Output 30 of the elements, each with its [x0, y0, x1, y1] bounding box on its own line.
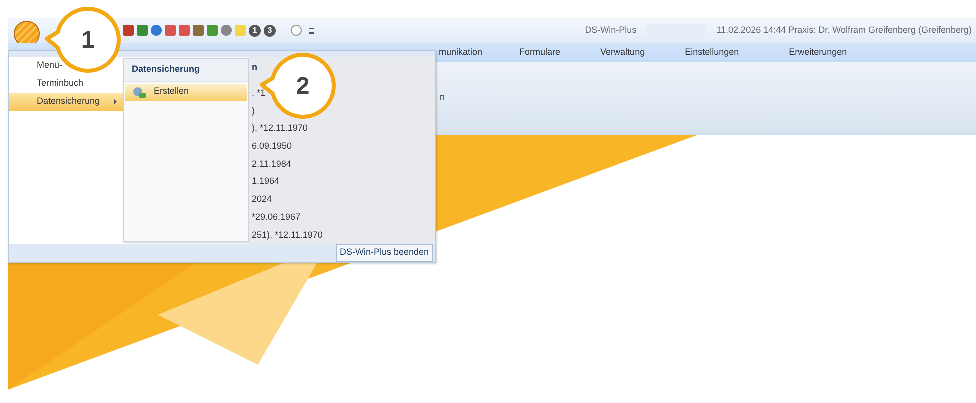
callout-number: 1: [81, 27, 95, 54]
menu-tab[interactable]: munikation: [439, 46, 483, 60]
recent-patient[interactable]: ): [251, 102, 255, 120]
search-icon[interactable]: [291, 25, 302, 36]
recent-patient[interactable]: ), *12.11.1970: [251, 120, 308, 138]
recent-list-title: n: [251, 61, 258, 74]
recent-patient[interactable]: 2024: [251, 191, 272, 209]
recent-patient[interactable]: 251), *12.11.1970: [251, 226, 323, 244]
recent-patient[interactable]: 6.09.1950: [251, 138, 292, 156]
recent-patient[interactable]: *29.06.1967: [251, 208, 301, 226]
recent-patient[interactable]: 2.11.1984: [251, 156, 292, 174]
recent-patient[interactable]: 1.1964: [251, 173, 280, 192]
menu-tab[interactable]: Verwaltung: [600, 46, 646, 60]
window-title: DS-Win-Plus: [585, 24, 637, 37]
menu-tab[interactable]: Einstellungen: [685, 46, 740, 60]
submenu-title: Datensicherung: [124, 59, 248, 82]
circle-icon[interactable]: [151, 25, 162, 36]
submenu-item[interactable]: Erstellen: [125, 84, 247, 100]
callout-number: 2: [296, 73, 310, 100]
menu-item[interactable]: Datensicherung: [9, 93, 123, 111]
menu-tab[interactable]: Formulare: [520, 46, 561, 60]
exit-button[interactable]: DS-Win-Plus beenden: [336, 244, 433, 262]
ribbon-label: n: [440, 91, 446, 104]
backup-icon: [133, 86, 146, 98]
recent-patient[interactable]: , *1: [251, 85, 266, 103]
number-icon[interactable]: 1: [249, 24, 261, 36]
menu-tab[interactable]: Erweiterungen: [789, 46, 848, 60]
menu-item[interactable]: Terminbuch: [9, 75, 123, 93]
number-icon[interactable]: 3: [264, 24, 276, 36]
session-info: 11.02.2026 14:44 Praxis: Dr. Wolfram Greifenberg (Greifenberg): [716, 24, 972, 37]
